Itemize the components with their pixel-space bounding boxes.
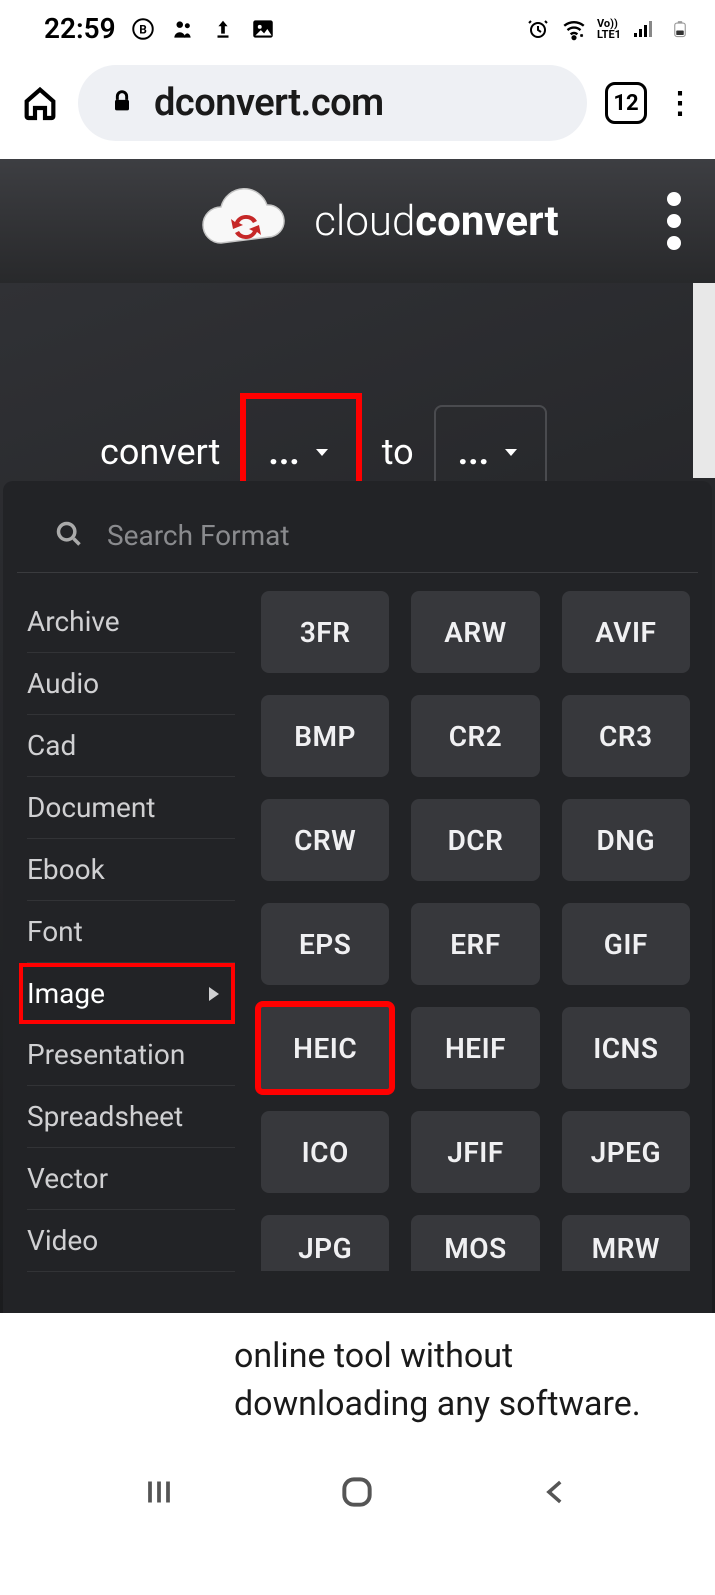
format-dcr[interactable]: DCR [411,799,539,881]
search-input[interactable] [107,519,670,552]
category-item-spreadsheet[interactable]: Spreadsheet [27,1086,235,1148]
home-button[interactable] [337,1472,377,1512]
scroll-indicator [693,283,715,478]
browser-bar: dconvert.com 12 ⋮ [0,55,715,159]
system-nav-bar [0,1448,715,1536]
wifi-icon [561,16,587,42]
format-jpeg[interactable]: JPEG [562,1111,690,1193]
format-arw[interactable]: ARW [411,591,539,673]
category-item-presentation[interactable]: Presentation [27,1024,235,1086]
category-item-cad[interactable]: Cad [27,715,235,777]
convert-label: convert [100,431,220,473]
alarm-icon [525,16,551,42]
category-item-ebook[interactable]: Ebook [27,839,235,901]
app-menu-icon[interactable] [667,192,691,250]
format-mos[interactable]: MOS [411,1215,539,1271]
app-header: cloudconvert [0,159,715,283]
back-button[interactable] [536,1472,576,1512]
category-item-audio[interactable]: Audio [27,653,235,715]
format-dropdown: ArchiveAudioCadDocumentEbookFontImagePre… [3,481,712,1313]
status-time: 22:59 [44,12,116,45]
upload-icon [210,16,236,42]
format-3fr[interactable]: 3FR [261,591,389,673]
signal-icon [631,16,657,42]
format-cr3[interactable]: CR3 [562,695,690,777]
format-jfif[interactable]: JFIF [411,1111,539,1193]
format-gif[interactable]: GIF [562,903,690,985]
lock-icon [108,81,136,125]
format-erf[interactable]: ERF [411,903,539,985]
url-bar[interactable]: dconvert.com [78,65,587,141]
format-eps[interactable]: EPS [261,903,389,985]
format-grid: 3FR ARW AVIF BMP CR2 CR3 CRW DCR DNG EPS ERF GIF HEI… [235,591,712,1313]
category-list: ArchiveAudioCadDocumentEbookFontImagePre… [3,591,235,1313]
category-item-archive[interactable]: Archive [27,591,235,653]
format-bmp[interactable]: BMP [261,695,389,777]
tab-count[interactable]: 12 [605,82,647,124]
status-bar: 22:59 B Vo)) LTE1 [0,0,715,55]
network-label: Vo)) LTE1 [597,18,621,40]
category-item-font[interactable]: Font [27,901,235,963]
url-text: dconvert.com [154,81,384,125]
chevron-down-icon [310,440,334,464]
search-icon [55,520,83,552]
people-icon [170,16,196,42]
to-label: to [382,431,414,473]
category-item-video[interactable]: Video [27,1210,235,1272]
app-logo-icon [196,185,296,257]
recent-apps-button[interactable] [139,1472,179,1512]
brand-name: cloudconvert [314,197,558,246]
chevron-down-icon [499,440,523,464]
format-crw[interactable]: CRW [261,799,389,881]
main-area: convert ... to ... ArchiveAudioCadDocume… [0,283,715,1313]
home-icon[interactable] [20,83,60,123]
page-text: online tool without downloading any soft… [0,1313,715,1448]
category-item-vector[interactable]: Vector [27,1148,235,1210]
battery-icon [667,16,693,42]
format-heic[interactable]: HEIC [255,1001,395,1095]
format-dng[interactable]: DNG [562,799,690,881]
format-icns[interactable]: ICNS [562,1007,690,1089]
format-ico[interactable]: ICO [261,1111,389,1193]
category-item-image[interactable]: Image [19,963,235,1024]
format-heif[interactable]: HEIF [411,1007,539,1089]
message-icon: B [130,16,156,42]
format-jpg[interactable]: JPG [261,1215,389,1271]
browser-menu-icon[interactable]: ⋮ [665,86,695,121]
format-mrw[interactable]: MRW [562,1215,690,1271]
image-icon [250,16,276,42]
category-item-document[interactable]: Document [27,777,235,839]
svg-text:B: B [139,22,147,36]
format-cr2[interactable]: CR2 [411,695,539,777]
format-avif[interactable]: AVIF [562,591,690,673]
